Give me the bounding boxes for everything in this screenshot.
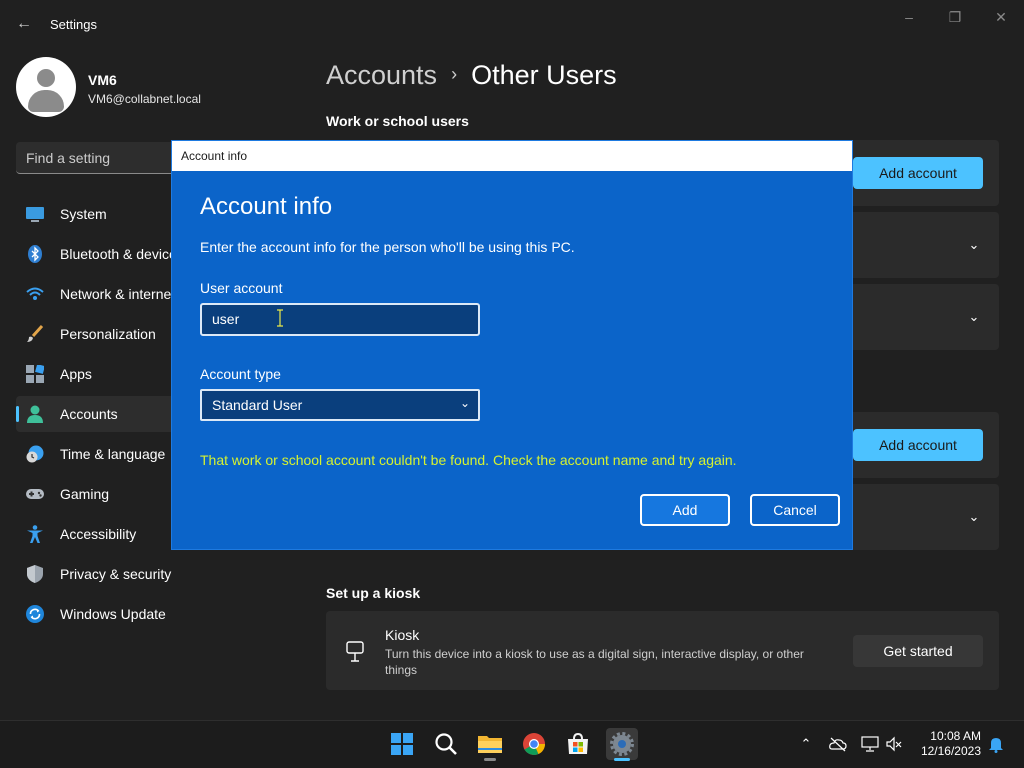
work-school-section-title: Work or school users xyxy=(326,113,469,129)
network-icon[interactable] xyxy=(861,735,879,753)
onedrive-icon[interactable] xyxy=(829,735,847,753)
notification-bell-icon[interactable] xyxy=(987,735,1005,753)
active-app-indicator xyxy=(614,758,630,761)
start-icon[interactable] xyxy=(386,728,418,760)
user-name: VM6 xyxy=(88,72,117,88)
cancel-button[interactable]: Cancel xyxy=(750,494,840,526)
breadcrumb-parent[interactable]: Accounts xyxy=(326,60,437,90)
kiosk-description: Turn this device into a kiosk to use as … xyxy=(385,647,804,677)
search-placeholder: Find a setting xyxy=(26,150,111,166)
sidebar-item-privacy-security[interactable]: Privacy & security xyxy=(16,556,216,592)
page-title: Other Users xyxy=(471,60,617,90)
update-icon xyxy=(26,605,44,623)
user-account-input[interactable]: user xyxy=(200,303,480,336)
user-email: VM6@collabnet.local xyxy=(88,92,201,106)
account-info-dialog: Account info Account info Enter the acco… xyxy=(171,140,853,550)
dialog-window-title: Account info xyxy=(181,149,248,163)
chevron-up-icon[interactable]: ⌃ xyxy=(797,735,815,753)
dialog-heading: Account info xyxy=(200,193,333,220)
active-indicator xyxy=(16,406,19,422)
account-type-label: Account type xyxy=(200,366,281,382)
chrome-icon[interactable] xyxy=(518,728,550,760)
chevron-right-icon: › xyxy=(451,64,458,84)
dialog-description: Enter the account info for the person wh… xyxy=(200,239,575,255)
kiosk-get-started-button[interactable]: Get started xyxy=(853,635,983,667)
settings-icon[interactable] xyxy=(606,728,638,761)
chevron-down-icon: ⌄ xyxy=(459,396,470,410)
gamepad-icon xyxy=(26,489,44,499)
kiosk-title: Kiosk xyxy=(385,627,420,643)
clock-date: 12/16/2023 xyxy=(920,744,981,758)
dialog-title-bar: Account info xyxy=(172,141,852,171)
error-message: That work or school account couldn't be … xyxy=(200,452,737,468)
wifi-icon xyxy=(26,287,44,300)
file-explorer-icon[interactable] xyxy=(474,728,506,761)
kiosk-icon xyxy=(346,641,364,662)
store-icon[interactable] xyxy=(562,728,594,760)
shield-icon xyxy=(27,565,43,583)
account-type-select[interactable]: Standard User ⌄ xyxy=(200,389,480,421)
minimize-icon[interactable]: – xyxy=(886,6,932,28)
clock-time: 10:08 AM xyxy=(930,729,981,743)
text-cursor-icon xyxy=(277,309,283,327)
app-title: Settings xyxy=(50,17,97,32)
restore-icon[interactable]: ❐ xyxy=(932,6,978,28)
user-account-value: user xyxy=(212,311,240,327)
system-icon xyxy=(26,207,44,222)
add-other-user-button[interactable]: Add account xyxy=(853,429,983,461)
title-bar: ← Settings – ❐ ✕ xyxy=(0,0,1024,48)
user-account-label: User account xyxy=(200,280,283,296)
avatar xyxy=(16,57,76,117)
brush-icon xyxy=(27,325,44,342)
breadcrumb: Accounts › Other Users xyxy=(326,60,617,91)
clock[interactable]: 10:08 AM 12/16/2023 xyxy=(911,729,981,759)
chevron-down-icon[interactable]: ⌄ xyxy=(966,237,982,253)
sidebar-item-windows-update[interactable]: Windows Update xyxy=(16,596,216,632)
volume-muted-icon[interactable] xyxy=(885,735,903,753)
accounts-icon xyxy=(27,405,43,423)
chevron-down-icon[interactable]: ⌄ xyxy=(966,509,982,525)
account-type-value: Standard User xyxy=(212,397,303,413)
accessibility-icon xyxy=(27,525,43,543)
add-button[interactable]: Add xyxy=(640,494,730,526)
search-icon[interactable] xyxy=(430,728,462,760)
chevron-down-icon[interactable]: ⌄ xyxy=(966,309,982,325)
back-arrow-icon[interactable]: ← xyxy=(14,14,34,34)
close-icon[interactable]: ✕ xyxy=(978,6,1024,28)
kiosk-section-title: Set up a kiosk xyxy=(326,585,421,601)
running-indicator xyxy=(484,758,496,761)
time-language-icon xyxy=(26,445,44,463)
bluetooth-icon xyxy=(28,245,42,263)
add-work-account-button[interactable]: Add account xyxy=(853,157,983,189)
apps-icon xyxy=(26,365,44,383)
